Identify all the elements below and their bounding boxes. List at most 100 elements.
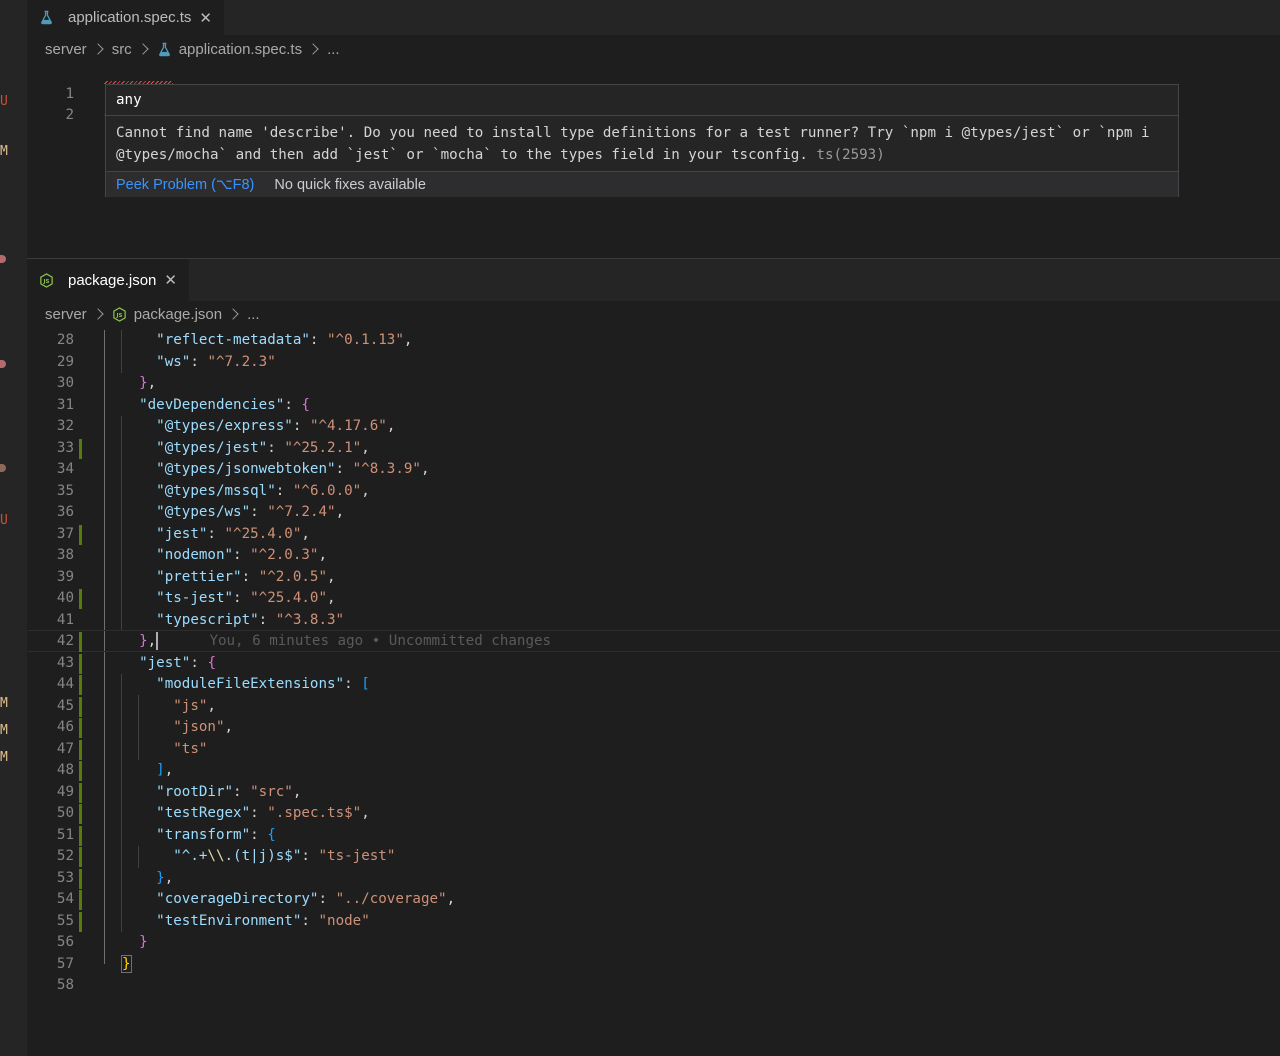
breadcrumb-item-file[interactable]: application.spec.ts <box>157 41 302 58</box>
line-text: "ts" <box>173 740 208 757</box>
code-line: 52 "^.+\\.(t|j)s$": "ts-jest" <box>27 846 1280 868</box>
breadcrumb-item-file[interactable]: JS package.json <box>112 306 222 323</box>
git-change-bar[interactable] <box>79 718 82 738</box>
chevron-right-icon <box>137 43 149 55</box>
line-number: 30 <box>56 375 74 391</box>
breadcrumb-item-symbols[interactable]: ... <box>327 41 340 58</box>
git-change-bar[interactable] <box>79 911 82 932</box>
tab-package-json[interactable]: JS package.json ✕ <box>27 259 189 301</box>
line-number: 34 <box>56 461 74 477</box>
chevron-right-icon <box>227 308 239 320</box>
breadcrumb-item-symbols[interactable]: ... <box>247 306 260 323</box>
breadcrumb-file-label: package.json <box>133 305 223 323</box>
code-line: 33 "@types/jest": "^25.2.1", <box>27 438 1280 460</box>
git-status-letter: M <box>0 696 8 711</box>
line-number: 41 <box>56 611 74 628</box>
line-text: "devDependencies": { <box>139 396 310 413</box>
code-line: 47 "ts" <box>27 739 1280 761</box>
code-line: 43 "jest": { <box>27 653 1280 675</box>
code-line: 38 "nodemon": "^2.0.3", <box>27 545 1280 567</box>
code-line: 53 }, <box>27 868 1280 890</box>
line-number: 31 <box>56 396 74 413</box>
line-number: 52 <box>56 848 74 864</box>
line-text: "@types/mssql": "^6.0.0", <box>156 482 370 499</box>
line-text: "@types/jsonwebtoken": "^8.3.9", <box>156 461 430 477</box>
chevron-right-icon <box>307 43 319 55</box>
code-line: 55 "testEnvironment": "node" <box>27 911 1280 933</box>
git-change-bar[interactable] <box>79 804 82 824</box>
code-line: 32 "@types/express": "^4.17.6", <box>27 416 1280 438</box>
code-line: 48 ], <box>27 760 1280 782</box>
line-text: } <box>139 934 148 950</box>
breadcrumb-item-src[interactable]: src <box>112 41 132 58</box>
git-change-bar[interactable] <box>79 653 82 674</box>
line-number: 54 <box>56 891 74 907</box>
hover-type: any <box>116 92 142 108</box>
code-line: 41 "typescript": "^3.8.3" <box>27 610 1280 632</box>
line-text: "nodemon": "^2.0.3", <box>156 547 328 563</box>
close-icon[interactable]: ✕ <box>164 271 177 289</box>
line-number: 39 <box>56 568 74 585</box>
code-line: 49 "rootDir": "src", <box>27 782 1280 804</box>
git-change-bar[interactable] <box>79 868 82 889</box>
git-change-bar[interactable] <box>79 825 82 846</box>
line-text: "reflect-metadata": "^0.1.13", <box>156 332 413 348</box>
git-change-bar[interactable] <box>79 632 82 652</box>
hover-status-bar: Peek Problem (⌥F8) No quick fixes availa… <box>106 171 1178 197</box>
line-number: 49 <box>56 783 74 800</box>
code-line: 1 describe(() ⇒ {}); <box>27 62 1280 124</box>
git-change-bar[interactable] <box>79 524 82 545</box>
breadcrumb: server src application.spec.ts ... <box>45 38 340 60</box>
git-change-bar[interactable] <box>79 675 82 695</box>
git-status-dot <box>0 360 6 368</box>
tab-label: package.json <box>68 271 157 289</box>
line-number: 35 <box>56 482 74 499</box>
git-change-bar[interactable] <box>79 696 82 717</box>
git-status-letter: U <box>0 513 8 528</box>
svg-text:JS: JS <box>43 278 50 284</box>
line-text: "rootDir": "src", <box>156 783 302 800</box>
code-line: 45 "js", <box>27 696 1280 718</box>
explorer-strip: UMUMMM <box>0 0 27 1056</box>
line-text: }, <box>156 869 174 886</box>
hover-message-line-1: Cannot find name 'describe'. Do you need… <box>116 125 1150 141</box>
code-line: 34 "@types/jsonwebtoken": "^8.3.9", <box>27 459 1280 481</box>
nodejs-icon: JS <box>112 306 126 322</box>
git-status-letter: M <box>0 144 8 159</box>
code-line: 35 "@types/mssql": "^6.0.0", <box>27 481 1280 503</box>
git-change-bar[interactable] <box>79 589 82 609</box>
tab-application-spec[interactable]: application.spec.ts ✕ <box>27 0 224 35</box>
line-text: "json", <box>173 719 234 735</box>
git-change-bar[interactable] <box>79 847 82 867</box>
git-change-bar[interactable] <box>79 761 82 781</box>
git-change-bar[interactable] <box>79 739 82 760</box>
git-change-bar[interactable] <box>79 890 82 910</box>
line-number: 42 <box>56 633 74 649</box>
line-number: 38 <box>56 547 74 563</box>
breadcrumb: server JS package.json ... <box>45 303 260 325</box>
breadcrumb-item-server[interactable]: server <box>45 306 87 323</box>
git-change-bar[interactable] <box>79 782 82 803</box>
error-code: ts(2593) <box>816 147 885 163</box>
breadcrumb-item-server[interactable]: server <box>45 41 87 58</box>
peek-problem-link[interactable]: Peek Problem (⌥F8) <box>116 177 254 193</box>
line-text: "coverageDirectory": "../coverage", <box>156 891 456 907</box>
line-number: 47 <box>56 740 74 757</box>
chevron-right-icon <box>92 43 104 55</box>
line-number: 56 <box>56 934 74 950</box>
git-change-bar[interactable] <box>79 438 82 459</box>
line-number: 50 <box>56 805 74 821</box>
line-text: "@types/ws": "^7.2.4", <box>156 504 345 520</box>
no-quick-fixes-label: No quick fixes available <box>274 176 426 193</box>
line-number: 44 <box>56 676 74 692</box>
code-line: 30 }, <box>27 373 1280 395</box>
close-icon[interactable]: ✕ <box>199 9 212 27</box>
hover-message-line-2: @types/mocha` and then add `jest` or `mo… <box>116 147 808 163</box>
code-line: 44 "moduleFileExtensions": [ <box>27 674 1280 696</box>
line-number: 55 <box>56 912 74 929</box>
git-status-letter: M <box>0 723 8 738</box>
code-line: 29 "ws": "^7.2.3" <box>27 352 1280 374</box>
code-line: 40 "ts-jest": "^25.4.0", <box>27 588 1280 610</box>
chevron-right-icon <box>92 308 104 320</box>
code-line: 39 "prettier": "^2.0.5", <box>27 567 1280 589</box>
